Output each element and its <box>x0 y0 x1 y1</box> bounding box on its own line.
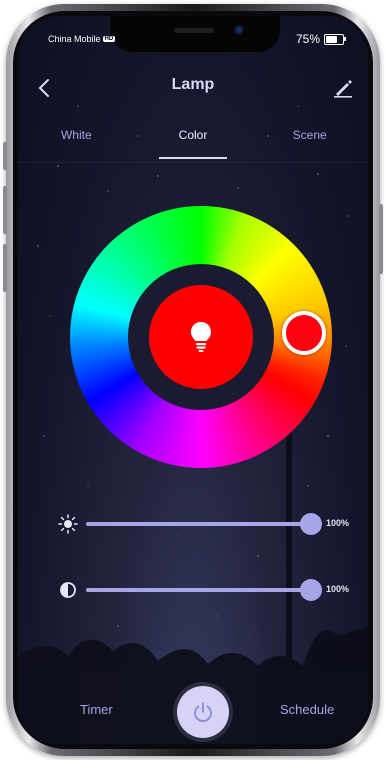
battery-level <box>326 35 337 43</box>
earpiece-speaker <box>174 28 214 33</box>
pencil-icon <box>334 80 352 98</box>
battery-status: 75% <box>295 32 346 46</box>
selected-color-preview[interactable] <box>149 285 253 389</box>
saturation-slider-thumb[interactable] <box>300 579 322 601</box>
brightness-slider-fill <box>86 522 311 526</box>
volume-button <box>3 244 7 292</box>
brightness-slider-thumb[interactable] <box>300 513 322 535</box>
volume-up-button <box>3 142 7 170</box>
app-screen: China Mobile HD 75% Lamp White Color Sce… <box>18 16 368 744</box>
hd-badge: HD <box>102 36 116 42</box>
color-picker-handle[interactable] <box>282 311 326 355</box>
brightness-slider[interactable] <box>86 513 322 535</box>
carrier-status: China Mobile HD <box>48 34 116 44</box>
tab-label: Scene <box>292 128 327 142</box>
app-header: Lamp <box>18 72 368 104</box>
brightness-value: 100% <box>326 518 350 528</box>
volume-down-button <box>3 186 7 234</box>
battery-percentage: 75% <box>295 32 320 46</box>
edit-button[interactable] <box>332 76 354 98</box>
tab-color[interactable]: Color <box>135 116 252 162</box>
schedule-button[interactable]: Schedule <box>280 702 334 717</box>
saturation-value: 100% <box>326 584 350 594</box>
color-wheel-container <box>70 206 332 468</box>
carrier-name: China Mobile <box>48 34 101 44</box>
front-camera <box>234 25 244 35</box>
contrast-icon <box>60 582 76 598</box>
page-title: Lamp <box>171 76 215 93</box>
lightbulb-icon <box>191 322 211 352</box>
tab-label: Color <box>178 128 208 142</box>
saturation-slider[interactable] <box>86 579 322 601</box>
saturation-slider-row: 100% <box>56 578 356 602</box>
tab-scene[interactable]: Scene <box>251 116 368 162</box>
power-side-button <box>379 204 383 274</box>
mode-tabs: White Color Scene <box>18 116 368 163</box>
timer-button[interactable]: Timer <box>80 702 113 717</box>
power-icon <box>194 702 212 723</box>
saturation-slider-fill <box>86 588 311 592</box>
notch <box>110 16 280 52</box>
tab-white[interactable]: White <box>18 116 135 162</box>
sun-icon <box>58 514 78 534</box>
tab-label: White <box>60 128 92 142</box>
brightness-slider-row: 100% <box>56 512 356 536</box>
power-button[interactable] <box>177 686 229 738</box>
battery-icon <box>324 33 346 45</box>
